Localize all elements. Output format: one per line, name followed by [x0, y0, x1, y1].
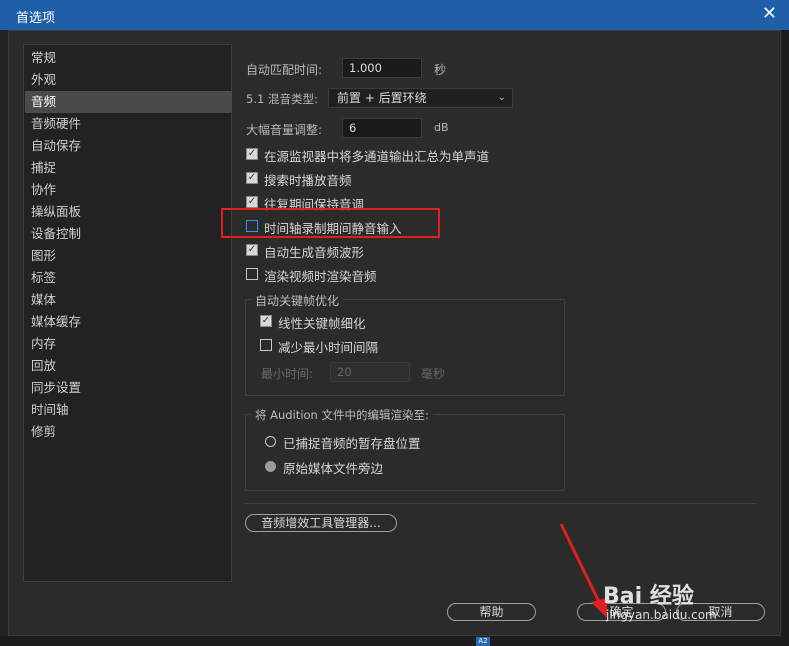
min-time-input[interactable]: 20 — [330, 362, 410, 382]
checkbox-unchecked-icon[interactable] — [246, 268, 258, 280]
close-icon[interactable]: ✕ — [762, 4, 777, 24]
render-group-title: 将 Audition 文件中的编辑渲染至: — [251, 407, 433, 423]
checkbox-checked-icon[interactable]: ✓ — [246, 244, 258, 256]
auto-match-label: 自动匹配时间: — [246, 63, 323, 77]
checkbox-checked-icon[interactable]: ✓ — [246, 148, 258, 160]
sidebar-item-auto-save[interactable]: 自动保存 — [25, 135, 232, 157]
background-track-tag: A2 — [476, 637, 490, 646]
annotation-highlight-box — [221, 208, 440, 238]
radio-label: 原始媒体文件旁边 — [283, 461, 384, 476]
dialog-titlebar: 首选项 ✕ — [0, 0, 789, 30]
sidebar-item-graphics[interactable]: 图形 — [25, 245, 232, 267]
checkbox-checked-icon[interactable]: ✓ — [246, 172, 258, 184]
sidebar-item-timeline[interactable]: 时间轴 — [25, 399, 232, 421]
sidebar-item-media-cache[interactable]: 媒体缓存 — [25, 311, 232, 333]
sidebar-item-device-control[interactable]: 设备控制 — [25, 223, 232, 245]
mix-type-select[interactable]: 前置 + 后置环绕 ⌄ — [328, 88, 513, 108]
mix-type-label: 5.1 混音类型: — [246, 92, 318, 106]
sidebar-item-sync-settings[interactable]: 同步设置 — [25, 377, 232, 399]
dialog-title: 首选项 — [16, 11, 56, 26]
sidebar-item-labels[interactable]: 标签 — [25, 267, 232, 289]
sidebar-item-playback[interactable]: 回放 — [25, 355, 232, 377]
auto-match-unit: 秒 — [434, 63, 447, 77]
sidebar-item-collaboration[interactable]: 协作 — [25, 179, 232, 201]
render-audition-group — [245, 414, 565, 491]
mix-type-value: 前置 + 后置环绕 — [337, 91, 427, 105]
sidebar-item-trim[interactable]: 修剪 — [25, 421, 232, 443]
watermark-url: jingyan.baidu.com — [606, 608, 717, 622]
radio-label: 已捕捉音频的暂存盘位置 — [283, 436, 421, 451]
preferences-sidebar: 常规 外观 音频 音频硬件 自动保存 捕捉 协作 操纵面板 设备控制 图形 标签… — [23, 44, 232, 582]
checkbox-label: 在源监视器中将多通道输出汇总为单声道 — [264, 149, 490, 164]
checkbox-label: 自动生成音频波形 — [264, 245, 365, 260]
chevron-down-icon: ⌄ — [497, 92, 506, 103]
background-app-strip — [782, 30, 789, 646]
checkbox-label: 减少最小时间间隔 — [278, 340, 379, 355]
radio-selected-icon[interactable] — [265, 461, 276, 472]
checkbox-checked-icon[interactable]: ✓ — [246, 196, 258, 208]
checkbox-checked-icon[interactable]: ✓ — [260, 315, 272, 327]
keyframe-group-title: 自动关键帧优化 — [251, 292, 344, 309]
sidebar-item-audio[interactable]: 音频 — [25, 91, 232, 113]
large-volume-unit: dB — [434, 121, 449, 134]
large-volume-input[interactable]: 6 — [342, 118, 422, 138]
sidebar-item-general[interactable]: 常规 — [25, 47, 232, 69]
audio-plugin-manager-button[interactable]: 音频增效工具管理器... — [245, 514, 397, 532]
sidebar-item-capture[interactable]: 捕捉 — [25, 157, 232, 179]
checkbox-unchecked-icon[interactable] — [260, 339, 272, 351]
min-time-label: 最小时间: — [261, 367, 314, 381]
help-button[interactable]: 帮助 — [447, 603, 536, 621]
large-volume-label: 大幅音量调整: — [246, 123, 323, 137]
checkbox-label: 渲染视频时渲染音频 — [264, 269, 377, 284]
sidebar-item-control-surface[interactable]: 操纵面板 — [25, 201, 232, 223]
checkbox-label: 搜索时播放音频 — [264, 173, 352, 188]
min-time-unit: 毫秒 — [421, 367, 446, 381]
radio-unselected-icon[interactable] — [265, 436, 276, 447]
watermark-brand: Bai 经验 — [603, 584, 694, 609]
sidebar-item-media[interactable]: 媒体 — [25, 289, 232, 311]
section-divider — [245, 503, 757, 504]
sidebar-item-audio-hardware[interactable]: 音频硬件 — [25, 113, 232, 135]
sidebar-item-appearance[interactable]: 外观 — [25, 69, 232, 91]
background-timeline-strip — [0, 636, 789, 646]
checkbox-label: 线性关键帧细化 — [278, 316, 366, 331]
sidebar-item-memory[interactable]: 内存 — [25, 333, 232, 355]
auto-match-input[interactable]: 1.000 — [342, 58, 422, 78]
